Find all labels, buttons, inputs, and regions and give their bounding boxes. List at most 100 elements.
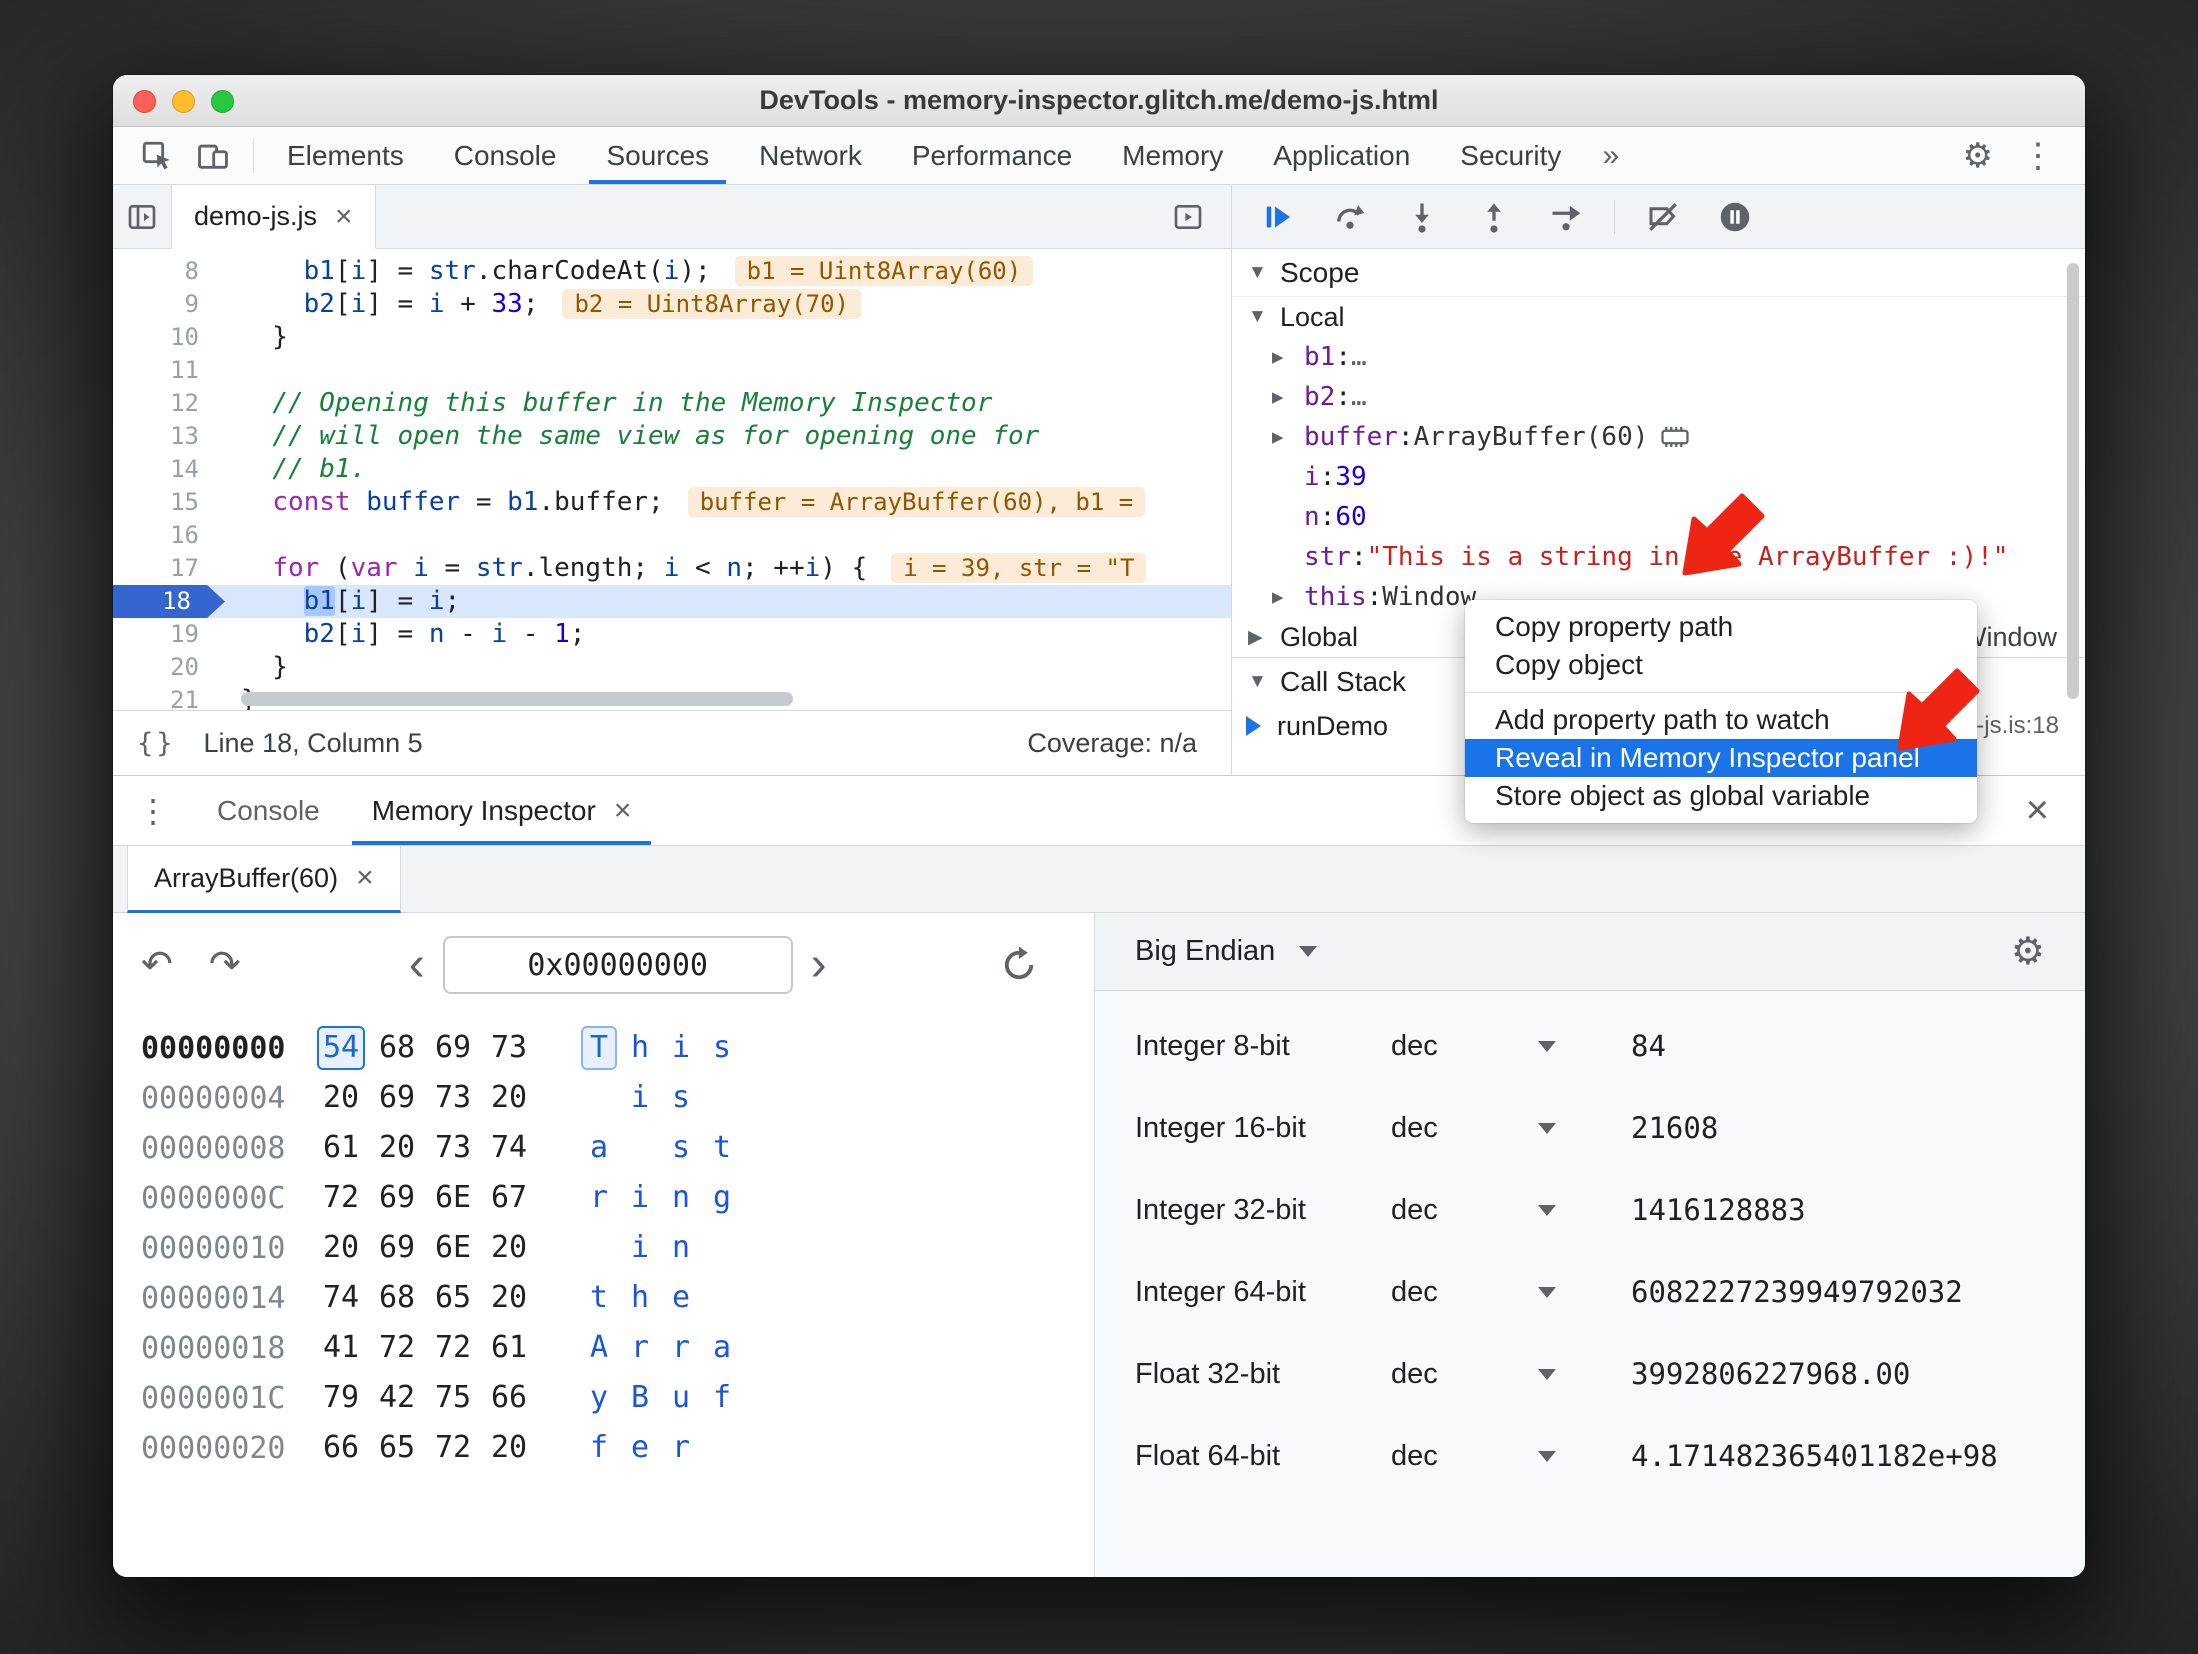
hex-byte[interactable]: 68 (373, 1276, 421, 1320)
hex-byte[interactable]: 69 (373, 1176, 421, 1220)
line-number[interactable]: 13 (113, 420, 225, 453)
tab-elements[interactable]: Elements (262, 127, 429, 184)
ascii-char[interactable] (704, 1076, 740, 1120)
tab-performance[interactable]: Performance (887, 127, 1097, 184)
close-icon[interactable]: × (356, 861, 374, 895)
step-out-icon[interactable] (1476, 199, 1512, 235)
memory-inspector-icon[interactable] (1660, 424, 1690, 450)
format-select[interactable]: dec (1391, 1194, 1631, 1227)
disclosure-triangle-icon[interactable]: ▼ (1248, 262, 1280, 284)
line-number[interactable]: 20 (113, 651, 225, 684)
step-into-icon[interactable] (1404, 199, 1440, 235)
ascii-char[interactable] (581, 1226, 617, 1270)
undo-icon[interactable]: ↶ (141, 946, 173, 984)
line-number[interactable]: 8 (113, 255, 225, 288)
hex-byte[interactable]: 20 (317, 1226, 365, 1270)
ascii-char[interactable]: i (622, 1076, 658, 1120)
scope-row-str[interactable]: str: "This is a string in the ArrayBuffe… (1232, 537, 2085, 577)
horizontal-scrollbar[interactable] (241, 692, 793, 706)
ascii-char[interactable]: r (622, 1326, 658, 1370)
hex-byte[interactable]: 20 (485, 1276, 533, 1320)
tab-sources[interactable]: Sources (581, 127, 734, 184)
scope-row-b2[interactable]: ▶ b2: … (1232, 377, 2085, 417)
line-number[interactable]: 9 (113, 288, 225, 321)
hex-byte[interactable]: 61 (485, 1326, 533, 1370)
ascii-char[interactable]: A (581, 1326, 617, 1370)
scope-row-buffer[interactable]: ▶ buffer: ArrayBuffer(60) (1232, 417, 2085, 457)
hex-byte[interactable]: 66 (317, 1426, 365, 1470)
tab-security[interactable]: Security (1435, 127, 1586, 184)
hex-byte[interactable]: 61 (317, 1126, 365, 1170)
ascii-char[interactable]: n (663, 1176, 699, 1220)
hex-byte[interactable]: 74 (485, 1126, 533, 1170)
more-options-kebab-icon[interactable]: ⋮ (2007, 136, 2069, 176)
drawer-menu-kebab-icon[interactable]: ⋮ (137, 776, 191, 845)
line-number[interactable]: 21 (113, 684, 225, 710)
step-icon[interactable] (1548, 199, 1584, 235)
close-drawer-icon[interactable]: × (2026, 776, 2061, 845)
ascii-char[interactable]: r (581, 1176, 617, 1220)
line-number[interactable]: 14 (113, 453, 225, 486)
hex-byte[interactable]: 65 (429, 1276, 477, 1320)
format-select[interactable]: dec (1391, 1112, 1631, 1145)
hex-byte[interactable]: 75 (429, 1376, 477, 1420)
ascii-char[interactable]: n (663, 1226, 699, 1270)
menu-item-store-object-as-global-variable[interactable]: Store object as global variable (1465, 777, 1977, 815)
ascii-char[interactable]: y (581, 1376, 617, 1420)
step-over-icon[interactable] (1332, 199, 1368, 235)
execution-line-number[interactable]: 18 (113, 585, 225, 618)
close-icon[interactable]: × (614, 794, 632, 828)
ascii-char[interactable]: e (663, 1276, 699, 1320)
hex-byte[interactable]: 68 (373, 1026, 421, 1070)
scope-row-i[interactable]: i: 39 (1232, 457, 2085, 497)
line-number[interactable]: 11 (113, 354, 225, 387)
ascii-char[interactable]: B (622, 1376, 658, 1420)
format-select[interactable]: dec (1391, 1030, 1631, 1063)
ascii-char[interactable] (622, 1126, 658, 1170)
tab-console[interactable]: Console (429, 127, 582, 184)
tab-memory[interactable]: Memory (1097, 127, 1248, 184)
inspect-element-icon[interactable] (133, 134, 181, 178)
line-number[interactable]: 19 (113, 618, 225, 651)
hex-byte[interactable]: 67 (485, 1176, 533, 1220)
settings-gear-icon[interactable]: ⚙ (1949, 136, 2007, 176)
toggle-debugger-sidebar-icon[interactable] (1159, 201, 1217, 233)
resume-script-icon[interactable] (1260, 199, 1296, 235)
hex-byte[interactable]: 20 (485, 1076, 533, 1120)
disclosure-triangle-icon[interactable]: ▼ (1248, 306, 1280, 328)
close-icon[interactable]: × (335, 201, 353, 232)
hex-byte[interactable]: 54 (317, 1026, 365, 1070)
line-number[interactable]: 17 (113, 552, 225, 585)
toggle-navigator-sidebar-icon[interactable] (113, 185, 171, 248)
line-number[interactable]: 10 (113, 321, 225, 354)
file-tab-demo-js[interactable]: demo-js.js × (171, 185, 376, 249)
hex-byte[interactable]: 20 (485, 1226, 533, 1270)
hex-byte[interactable]: 42 (373, 1376, 421, 1420)
minimize-window-button[interactable] (172, 90, 195, 113)
format-select[interactable]: dec (1391, 1358, 1631, 1391)
next-page-icon[interactable]: › (807, 941, 831, 989)
scope-row-local[interactable]: ▼ Local (1232, 297, 2085, 337)
disclosure-triangle-icon[interactable]: ▶ (1272, 386, 1304, 408)
ascii-char[interactable]: i (663, 1026, 699, 1070)
ascii-char[interactable]: t (704, 1126, 740, 1170)
ascii-char[interactable]: T (581, 1026, 617, 1070)
format-select[interactable]: dec (1391, 1440, 1631, 1473)
hex-byte[interactable]: 69 (373, 1076, 421, 1120)
hex-byte[interactable]: 74 (317, 1276, 365, 1320)
hex-byte[interactable]: 73 (429, 1126, 477, 1170)
more-tabs-icon[interactable]: » (1586, 127, 1635, 184)
ascii-char[interactable]: i (622, 1176, 658, 1220)
ascii-char[interactable]: s (663, 1126, 699, 1170)
ascii-char[interactable] (581, 1076, 617, 1120)
hex-byte[interactable]: 41 (317, 1326, 365, 1370)
hex-byte[interactable]: 69 (373, 1226, 421, 1270)
scope-row-b1[interactable]: ▶ b1: … (1232, 337, 2085, 377)
ascii-char[interactable] (704, 1276, 740, 1320)
hex-byte[interactable]: 72 (429, 1426, 477, 1470)
zoom-window-button[interactable] (211, 90, 234, 113)
refresh-icon[interactable] (998, 944, 1040, 986)
ascii-char[interactable]: s (663, 1076, 699, 1120)
ascii-char[interactable]: f (704, 1376, 740, 1420)
ascii-char[interactable]: f (581, 1426, 617, 1470)
